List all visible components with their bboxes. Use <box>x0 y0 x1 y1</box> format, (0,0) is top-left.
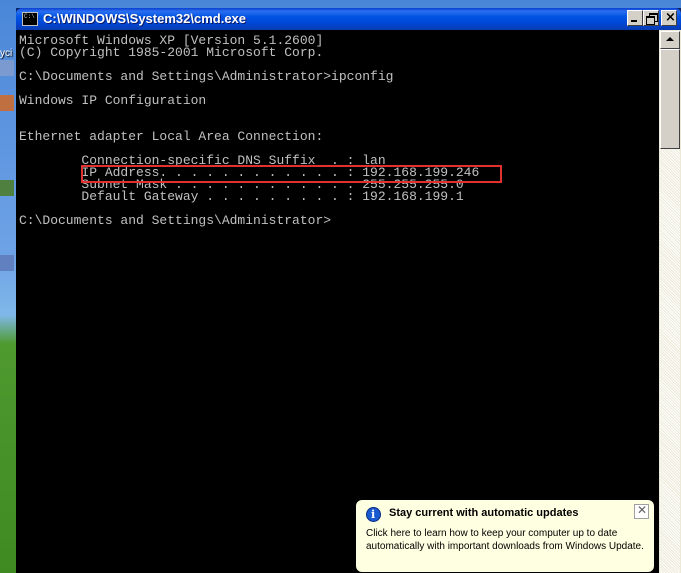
window-title: C:\WINDOWS\System32\cmd.exe <box>43 11 247 26</box>
console-line: Windows IP Configuration <box>19 93 207 108</box>
console-line: Default Gateway . . . . . . . . . : 192.… <box>19 189 464 204</box>
arrow-up-icon <box>666 37 674 41</box>
minimize-icon <box>631 20 637 22</box>
console-line: C:\Documents and Settings\Administrator>… <box>19 69 394 84</box>
desktop-icon[interactable] <box>0 180 14 196</box>
close-icon: ✕ <box>637 503 648 517</box>
vertical-scrollbar[interactable] <box>659 30 681 573</box>
console-line-prompt: C:\Documents and Settings\Administrator> <box>19 213 332 228</box>
cmd-icon[interactable]: C:\ <box>22 12 38 26</box>
balloon-title: Stay current with automatic updates <box>389 507 579 519</box>
minimize-button[interactable] <box>627 10 643 26</box>
console-line: (C) Copyright 1985-2001 Microsoft Corp. <box>19 45 324 60</box>
balloon-close-button[interactable]: ✕ <box>634 503 649 519</box>
title-bar[interactable]: C:\ C:\WINDOWS\System32\cmd.exe × <box>16 8 681 30</box>
automatic-updates-balloon[interactable]: i Stay current with automatic updates ✕ … <box>355 499 655 573</box>
desktop-icon[interactable] <box>0 60 14 76</box>
console-output[interactable]: Microsoft Windows XP [Version 5.1.2600] … <box>16 30 659 573</box>
desktop-icon[interactable] <box>0 95 14 111</box>
scroll-up-button[interactable] <box>660 31 680 49</box>
desktop-icon-label: yci <box>0 48 13 59</box>
console-line: Ethernet adapter Local Area Connection: <box>19 129 324 144</box>
desktop-icon[interactable] <box>0 255 14 271</box>
restore-button[interactable] <box>643 10 659 26</box>
balloon-message[interactable]: Click here to learn how to keep your com… <box>366 527 651 553</box>
close-button[interactable]: × <box>661 10 677 26</box>
scrollbar-track[interactable] <box>660 149 680 573</box>
ip-address-highlight-box <box>81 165 502 183</box>
close-icon: × <box>665 10 676 25</box>
scrollbar-thumb[interactable] <box>660 49 680 149</box>
cmd-window: C:\ C:\WINDOWS\System32\cmd.exe × Micros… <box>16 8 681 573</box>
info-icon: i <box>366 507 381 522</box>
